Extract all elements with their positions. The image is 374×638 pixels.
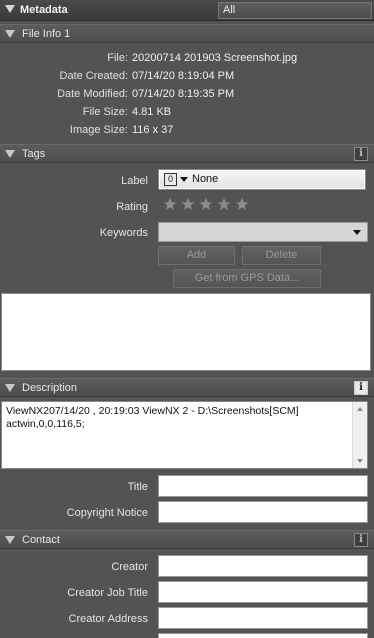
copyright-notice-label: Copyright Notice: [66, 507, 148, 519]
chevron-down-icon: [180, 177, 188, 182]
star-icon[interactable]: [162, 196, 178, 212]
section-label-file-info: File Info 1: [22, 28, 71, 40]
keywords-label: Keywords: [99, 227, 148, 239]
info-icon[interactable]: i: [354, 381, 368, 395]
delete-keyword-button[interactable]: Delete: [242, 246, 321, 265]
rating-stars[interactable]: [162, 196, 250, 214]
copyright-notice-field[interactable]: [158, 501, 368, 523]
label-field-label: Label: [121, 175, 148, 187]
keywords-list[interactable]: [1, 293, 371, 371]
creator-field[interactable]: [158, 555, 368, 577]
add-keyword-button[interactable]: Add: [158, 246, 235, 265]
file-size-value: 4.81 KB: [132, 106, 172, 118]
section-label-description: Description: [22, 382, 78, 394]
creator-job-title-field[interactable]: [158, 581, 368, 603]
file-label: File:: [107, 52, 128, 64]
description-scrollbar[interactable]: [352, 402, 367, 468]
date-modified-label: Date Modified:: [57, 88, 128, 100]
title-field[interactable]: [158, 475, 368, 497]
description-textarea[interactable]: ViewNX207/14/20 , 20:19:03 ViewNX 2 - D:…: [1, 401, 368, 469]
file-size-label: File Size:: [82, 106, 128, 118]
contact-field-partial[interactable]: [158, 633, 368, 638]
star-icon[interactable]: [180, 196, 196, 212]
collapse-triangle-icon[interactable]: [5, 5, 15, 13]
collapse-triangle-icon[interactable]: [5, 150, 15, 158]
date-modified-value: 07/14/20 8:19:35 PM: [132, 88, 235, 100]
creator-job-title-label: Creator Job Title: [67, 587, 148, 599]
info-icon[interactable]: i: [354, 533, 368, 547]
creator-address-field[interactable]: [158, 607, 368, 629]
section-label-contact: Contact: [22, 534, 60, 546]
description-text: ViewNX207/14/20 , 20:19:03 ViewNX 2 - D:…: [6, 405, 299, 430]
label-dropdown[interactable]: 0 None: [158, 169, 366, 190]
image-size-label: Image Size:: [69, 124, 128, 136]
panel-title: Metadata: [20, 4, 68, 16]
star-icon[interactable]: [198, 196, 214, 212]
star-icon[interactable]: [216, 196, 232, 212]
label-swatch: 0: [164, 173, 177, 186]
title-label: Title: [127, 481, 148, 493]
scroll-up-icon[interactable]: [357, 407, 363, 411]
chevron-down-icon: [353, 230, 361, 235]
info-icon[interactable]: i: [354, 147, 368, 161]
creator-label: Creator: [111, 561, 148, 573]
date-created-label: Date Created:: [59, 70, 128, 82]
collapse-triangle-icon[interactable]: [5, 30, 15, 38]
image-size-value: 116 x 37: [132, 124, 174, 136]
label-dropdown-value: None: [192, 173, 219, 185]
file-value: 20200714 201903 Screenshot.jpg: [132, 52, 298, 64]
section-header-tags[interactable]: Tags i: [0, 144, 374, 163]
metadata-panel-header[interactable]: Metadata All: [0, 0, 374, 21]
collapse-triangle-icon[interactable]: [5, 384, 15, 392]
creator-address-label: Creator Address: [68, 613, 148, 625]
rating-label: Rating: [116, 201, 148, 213]
section-label-tags: Tags: [22, 148, 46, 160]
scroll-down-icon[interactable]: [357, 459, 363, 463]
collapse-triangle-icon[interactable]: [5, 536, 15, 544]
section-header-contact[interactable]: Contact i: [0, 530, 374, 549]
star-icon[interactable]: [234, 196, 250, 212]
get-from-gps-button[interactable]: Get from GPS Data...: [173, 269, 321, 288]
metadata-filter-select[interactable]: All: [218, 2, 372, 19]
section-header-file-info[interactable]: File Info 1: [0, 24, 374, 43]
date-created-value: 07/14/20 8:19:04 PM: [132, 70, 235, 82]
section-header-description[interactable]: Description i: [0, 378, 374, 397]
keywords-select[interactable]: [158, 222, 368, 242]
